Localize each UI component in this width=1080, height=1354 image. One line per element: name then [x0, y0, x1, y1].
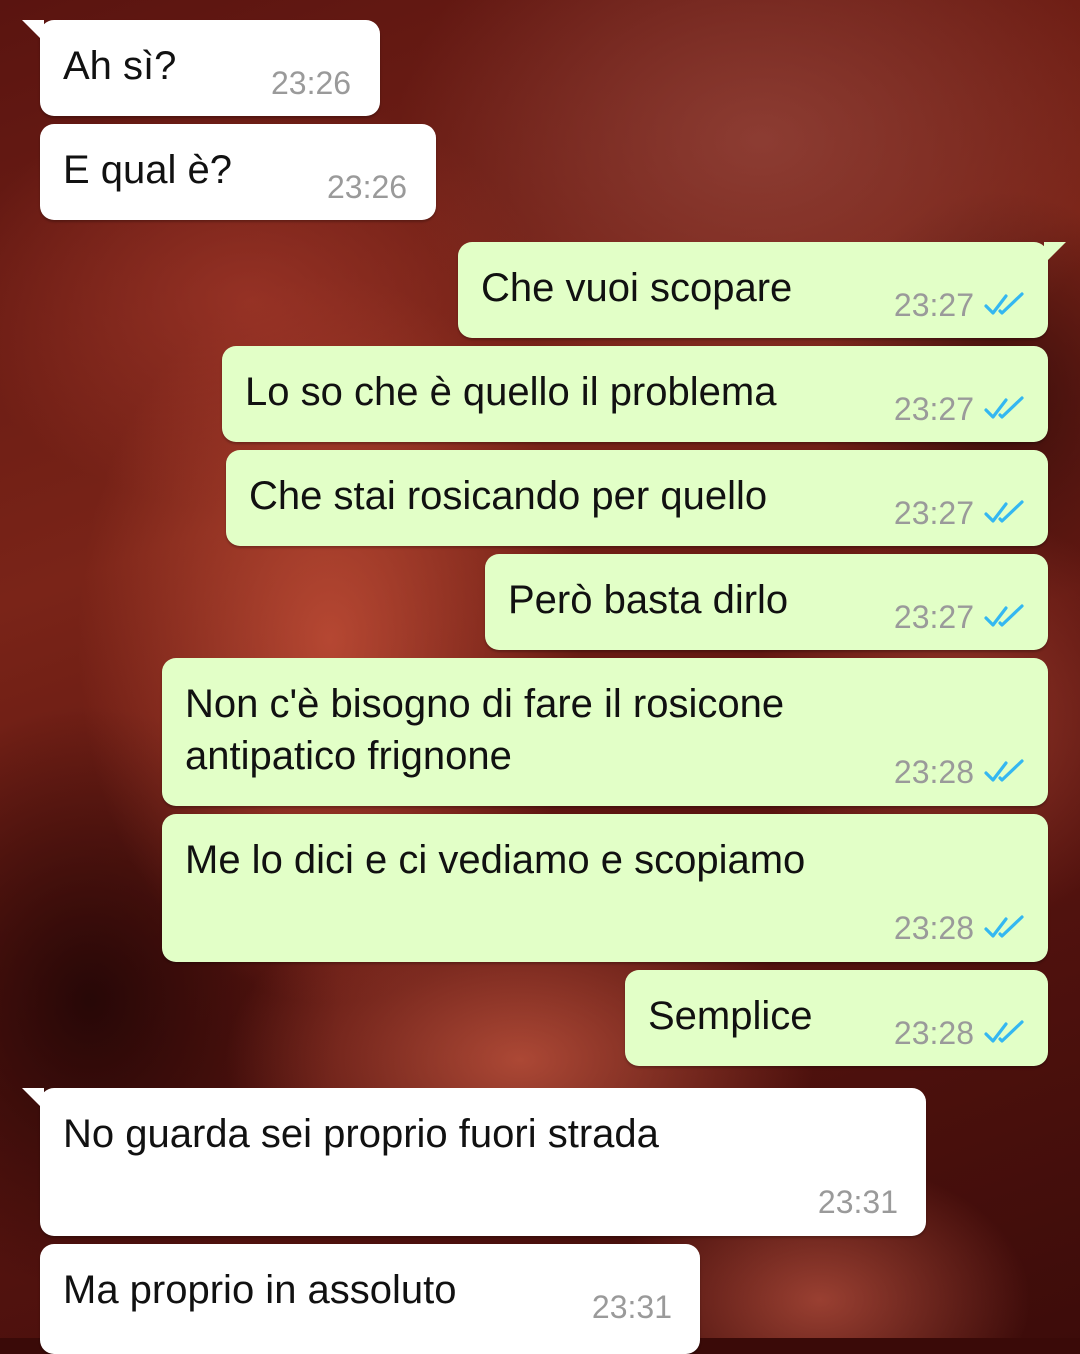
message-text: E qual è?	[63, 148, 233, 192]
message-meta: 23:26	[327, 169, 407, 205]
message-text: Però basta dirlo	[508, 578, 789, 622]
incoming-message[interactable]: E qual è? 23:26	[40, 124, 436, 220]
double-check-icon	[984, 292, 1024, 315]
message-meta: 23:31	[592, 1289, 672, 1325]
double-check-icon	[984, 396, 1024, 419]
message-meta: 23:27	[894, 391, 1026, 427]
outgoing-message[interactable]: Lo so che è quello il problema 23:27	[222, 346, 1048, 442]
incoming-message[interactable]: No guarda sei proprio fuori strada 23:31	[22, 1088, 926, 1236]
message-meta: 23:27	[894, 599, 1026, 635]
double-check-icon	[984, 1020, 1024, 1043]
message-time: 23:26	[327, 169, 408, 205]
message-text: Me lo dici e ci vediamo e scopiamo	[185, 838, 806, 882]
outgoing-message[interactable]: Che vuoi scopare 23:27	[458, 242, 1066, 338]
message-text: Non c'è bisogno di fare il rosicone anti…	[185, 682, 785, 778]
double-check-icon	[984, 604, 1024, 627]
message-time: 23:27	[893, 287, 974, 323]
outgoing-message[interactable]: Però basta dirlo 23:27	[485, 554, 1048, 650]
message-time: 23:27	[893, 599, 974, 635]
message-time: 23:27	[893, 391, 974, 427]
message-text: Che stai rosicando per quello	[249, 474, 768, 518]
message-time: 23:28	[893, 1015, 974, 1051]
message-meta: 23:28	[894, 754, 1026, 790]
message-meta: 23:28	[894, 910, 1026, 946]
message-time: 23:28	[893, 910, 974, 946]
message-meta: 23:28	[894, 1015, 1026, 1051]
message-text: No guarda sei proprio fuori strada	[63, 1112, 659, 1156]
message-meta: 23:27	[894, 495, 1026, 531]
message-meta: 23:26	[271, 65, 351, 101]
message-time: 23:27	[893, 495, 974, 531]
message-text: Semplice	[648, 994, 813, 1038]
double-check-icon	[984, 500, 1024, 523]
message-text: Ma proprio in assoluto	[63, 1268, 457, 1312]
message-time: 23:28	[893, 754, 974, 790]
message-time: 23:31	[591, 1289, 672, 1325]
outgoing-message[interactable]: Semplice 23:28	[625, 970, 1048, 1066]
incoming-message[interactable]: Ah sì? 23:26	[22, 20, 380, 116]
outgoing-message[interactable]: Non c'è bisogno di fare il rosicone anti…	[162, 658, 1048, 806]
outgoing-message[interactable]: Me lo dici e ci vediamo e scopiamo 23:28	[162, 814, 1048, 962]
message-meta: 23:27	[894, 287, 1026, 323]
outgoing-message[interactable]: Che stai rosicando per quello 23:27	[226, 450, 1048, 546]
message-time: 23:26	[271, 65, 352, 101]
message-time: 23:31	[817, 1184, 898, 1220]
message-meta: 23:31	[818, 1184, 898, 1220]
message-text: Ah sì?	[63, 44, 177, 88]
message-text: Lo so che è quello il problema	[245, 370, 777, 414]
double-check-icon	[984, 759, 1024, 782]
double-check-icon	[984, 915, 1024, 938]
message-text: Che vuoi scopare	[481, 266, 793, 310]
